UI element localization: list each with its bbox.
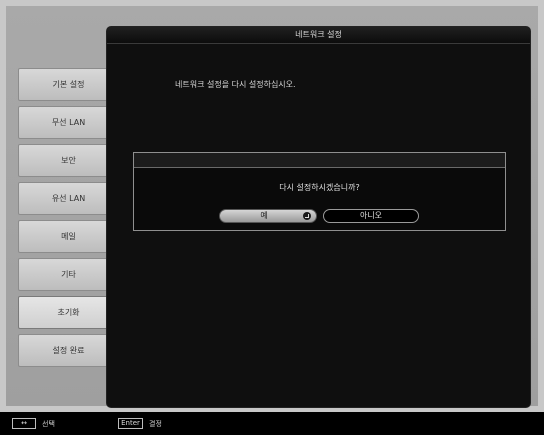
- confirm-hint-label: 결정: [149, 420, 162, 428]
- sidebar-item-setup-complete[interactable]: 설정 완료: [18, 334, 119, 367]
- sidebar-item-basic-settings[interactable]: 기본 설정: [18, 68, 119, 101]
- sidebar-item-security[interactable]: 보안: [18, 144, 119, 177]
- sidebar-item-mail[interactable]: 메일: [18, 220, 119, 253]
- footer-hint-bar: ↔ 선택 Enter 결정: [0, 412, 544, 435]
- sidebar-item-label: 설정 완료: [52, 346, 85, 355]
- yes-button-label: 예: [260, 211, 268, 220]
- sidebar-item-label: 초기화: [57, 308, 80, 317]
- sidebar-item-label: 기타: [61, 270, 76, 279]
- enter-icon: [303, 212, 311, 220]
- sidebar-item-label: 보안: [61, 156, 76, 165]
- enter-key-icon: Enter: [118, 418, 143, 429]
- no-button[interactable]: 아니오: [323, 209, 419, 223]
- sidebar-item-others[interactable]: 기타: [18, 258, 119, 291]
- arrow-key-icon: ↔: [12, 418, 36, 429]
- sidebar-item-label: 무선 LAN: [51, 118, 86, 127]
- yes-button[interactable]: 예: [219, 209, 317, 223]
- panel-message: 네트워크 설정을 다시 설정하십시오.: [175, 80, 296, 89]
- panel-title: 네트워크 설정: [107, 27, 530, 44]
- no-button-label: 아니오: [359, 211, 383, 220]
- sidebar-item-label: 메일: [61, 232, 76, 241]
- select-hint-label: 선택: [42, 420, 55, 428]
- sidebar-item-label: 기본 설정: [52, 80, 85, 89]
- dialog-question: 다시 설정하시겠습니까?: [279, 183, 360, 192]
- sidebar-item-wireless-lan[interactable]: 무선 LAN: [18, 106, 119, 139]
- confirm-dialog: 다시 설정하시겠습니까? 예 아니오: [133, 152, 506, 231]
- sidebar-item-reset[interactable]: 초기화: [18, 296, 119, 329]
- sidebar-item-label: 유선 LAN: [51, 194, 86, 203]
- dialog-titlebar: [134, 153, 505, 168]
- sidebar-item-wired-lan[interactable]: 유선 LAN: [18, 182, 119, 215]
